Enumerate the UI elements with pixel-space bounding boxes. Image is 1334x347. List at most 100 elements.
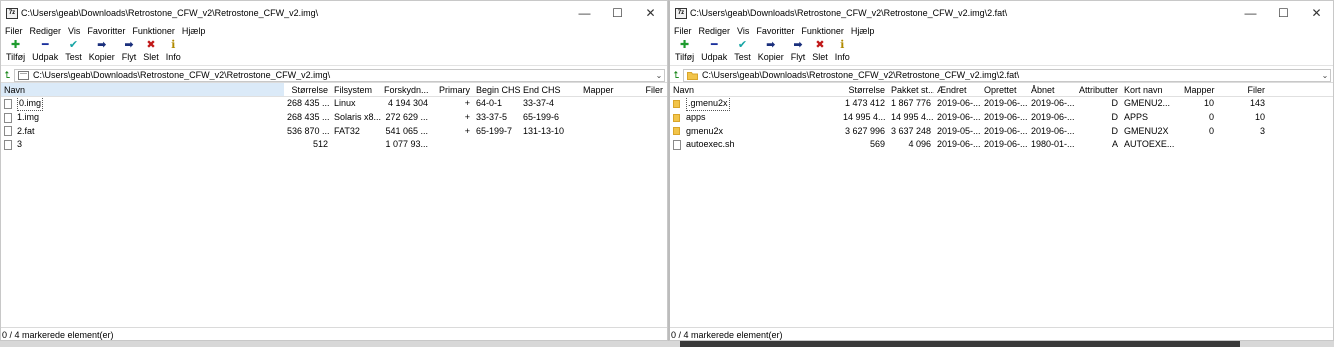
packed-size-cell: 3 637 248 xyxy=(891,125,932,136)
extract-button[interactable]: ━ Udpak xyxy=(30,38,60,65)
extract-button[interactable]: ━ Udpak xyxy=(699,38,729,65)
file-icon xyxy=(4,139,12,150)
file-name: .gmenu2x xyxy=(686,96,730,112)
menu-funktioner[interactable]: Funktioner xyxy=(801,25,844,38)
maximize-button[interactable]: ☐ xyxy=(601,1,634,25)
copy-button[interactable]: ➡ Kopier xyxy=(756,38,786,65)
primary-cell: + xyxy=(464,98,470,109)
table-row[interactable]: .gmenu2x 1 473 412 1 867 776 2019-06-...… xyxy=(670,96,1333,112)
title-bar[interactable]: 7z C:\Users\geab\Downloads\Retrostone_CF… xyxy=(1,1,667,25)
close-button[interactable]: ✕ xyxy=(1300,1,1333,25)
name-cell: apps xyxy=(670,111,840,124)
menu-favoritter[interactable]: Favoritter xyxy=(87,25,125,38)
move-button[interactable]: ➡ Flyt xyxy=(120,38,139,65)
column-header-begin-chs[interactable]: Begin CHS xyxy=(473,83,520,96)
column-header-name[interactable]: Navn xyxy=(1,83,284,96)
move-label: Flyt xyxy=(790,52,806,62)
column-header-modified[interactable]: Ændret xyxy=(934,83,981,96)
menu-bar: Filer Rediger Vis Favoritter Funktioner … xyxy=(1,25,667,38)
menu-rediger[interactable]: Rediger xyxy=(699,25,731,38)
size-cell: 14 995 4... xyxy=(843,112,886,123)
move-label: Flyt xyxy=(121,52,137,62)
column-header-filesystem[interactable]: Filsystem xyxy=(331,83,381,96)
window-title: C:\Users\geab\Downloads\Retrostone_CFW_v… xyxy=(690,8,1008,18)
column-header-short-name[interactable]: Kort navn xyxy=(1121,83,1181,96)
copy-button[interactable]: ➡ Kopier xyxy=(87,38,117,65)
name-cell: autoexec.sh xyxy=(670,138,840,151)
files-cell: 10 xyxy=(1254,112,1265,123)
add-button[interactable]: ✚ Tilføj xyxy=(673,38,696,65)
window-controls: — ☐ ✕ xyxy=(1234,1,1333,25)
minimize-button[interactable]: — xyxy=(568,1,601,25)
info-button[interactable]: ℹ Info xyxy=(164,38,183,65)
move-button[interactable]: ➡ Flyt xyxy=(789,38,808,65)
delete-button[interactable]: ✖ Slet xyxy=(810,38,830,65)
menu-vis[interactable]: Vis xyxy=(737,25,749,38)
chevron-down-icon[interactable]: ⌄ xyxy=(1320,71,1330,80)
name-cell: 3 xyxy=(1,138,284,151)
delete-button[interactable]: ✖ Slet xyxy=(141,38,161,65)
test-label: Test xyxy=(734,52,751,62)
table-row[interactable]: gmenu2x 3 627 996 3 637 248 2019-05-... … xyxy=(670,124,1333,138)
copy-label: Kopier xyxy=(88,52,115,62)
table-row[interactable]: 1.img 268 435 ... Solaris x8... 272 629 … xyxy=(1,111,667,125)
add-icon: ✚ xyxy=(679,39,690,51)
menu-hjaelp[interactable]: Hjælp xyxy=(182,25,206,38)
menu-hjaelp[interactable]: Hjælp xyxy=(851,25,875,38)
left-archive-window: 7z C:\Users\geab\Downloads\Retrostone_CF… xyxy=(0,0,668,341)
chevron-down-icon[interactable]: ⌄ xyxy=(654,71,664,80)
table-row[interactable]: apps 14 995 4... 14 995 4... 2019-06-...… xyxy=(670,111,1333,125)
add-button[interactable]: ✚ Tilføj xyxy=(4,38,27,65)
toolbar: ✚ Tilføj ━ Udpak ✔ Test ➡ Kopier ➡ Flyt ✖ Slet… xyxy=(670,38,1333,66)
menu-filer[interactable]: Filer xyxy=(5,25,23,38)
column-header-files[interactable]: Filer xyxy=(1217,83,1268,96)
column-header-offset[interactable]: Forskydn... xyxy=(381,83,431,96)
table-row[interactable]: 3 512 1 077 93... xyxy=(1,138,667,152)
folder-up-icon[interactable]: ⮤ xyxy=(1,70,14,81)
column-header-size[interactable]: Størrelse xyxy=(840,83,888,96)
column-header-folders[interactable]: Mapper xyxy=(1181,83,1217,96)
menu-vis[interactable]: Vis xyxy=(68,25,80,38)
menu-filer[interactable]: Filer xyxy=(674,25,692,38)
close-button[interactable]: ✕ xyxy=(634,1,667,25)
folders-cell: 0 xyxy=(1208,125,1214,136)
column-header-attributes[interactable]: Attributter xyxy=(1076,83,1121,96)
test-icon: ✔ xyxy=(737,39,748,51)
column-header-end-chs[interactable]: End CHS xyxy=(520,83,580,96)
folder-up-icon[interactable]: ⮤ xyxy=(670,70,683,81)
column-header-packed-size[interactable]: Pakket st... xyxy=(888,83,934,96)
table-row[interactable]: 2.fat 536 870 ... FAT32 541 065 ... + 65… xyxy=(1,124,667,138)
folder-icon xyxy=(687,71,698,80)
desktop-background xyxy=(0,341,1334,347)
table-row[interactable]: 0.img 268 435 ... Linux 4 194 304 + 64-0… xyxy=(1,96,667,112)
menu-funktioner[interactable]: Funktioner xyxy=(132,25,175,38)
delete-icon: ✖ xyxy=(146,39,156,51)
test-button[interactable]: ✔ Test xyxy=(63,38,84,65)
minimize-button[interactable]: — xyxy=(1234,1,1267,25)
info-button[interactable]: ℹ Info xyxy=(833,38,852,65)
column-header-files[interactable]: Filer xyxy=(636,83,666,96)
offset-cell: 4 194 304 xyxy=(387,98,428,109)
address-field[interactable]: C:\Users\geab\Downloads\Retrostone_CFW_v… xyxy=(14,68,665,82)
title-bar[interactable]: 7z C:\Users\geab\Downloads\Retrostone_CF… xyxy=(670,1,1333,25)
status-bar: 0 / 4 markerede element(er) xyxy=(1,327,667,340)
maximize-button[interactable]: ☐ xyxy=(1267,1,1300,25)
toolbar: ✚ Tilføj ━ Udpak ✔ Test ➡ Kopier ➡ Flyt ✖ Slet… xyxy=(1,38,667,66)
column-header-accessed[interactable]: Åbnet xyxy=(1028,83,1076,96)
column-header-name[interactable]: Navn xyxy=(670,83,840,96)
address-field[interactable]: C:\Users\geab\Downloads\Retrostone_CFW_v… xyxy=(683,68,1331,82)
column-header-primary[interactable]: Primary xyxy=(431,83,473,96)
column-header-folders[interactable]: Mapper xyxy=(580,83,636,96)
menu-rediger[interactable]: Rediger xyxy=(30,25,62,38)
short-name-cell: GMENU2... xyxy=(1124,98,1171,109)
7zip-app-icon: 7z xyxy=(6,7,18,19)
accessed-cell: 1980-01-... xyxy=(1031,139,1075,150)
column-header-size[interactable]: Størrelse xyxy=(284,83,331,96)
created-cell: 2019-06-... xyxy=(984,125,1028,136)
column-header-created[interactable]: Oprettet xyxy=(981,83,1028,96)
table-row[interactable]: autoexec.sh 569 4 096 2019-06-... 2019-0… xyxy=(670,138,1333,152)
size-cell: 268 435 ... xyxy=(287,112,330,123)
info-icon: ℹ xyxy=(840,39,845,51)
test-button[interactable]: ✔ Test xyxy=(732,38,753,65)
menu-favoritter[interactable]: Favoritter xyxy=(756,25,794,38)
